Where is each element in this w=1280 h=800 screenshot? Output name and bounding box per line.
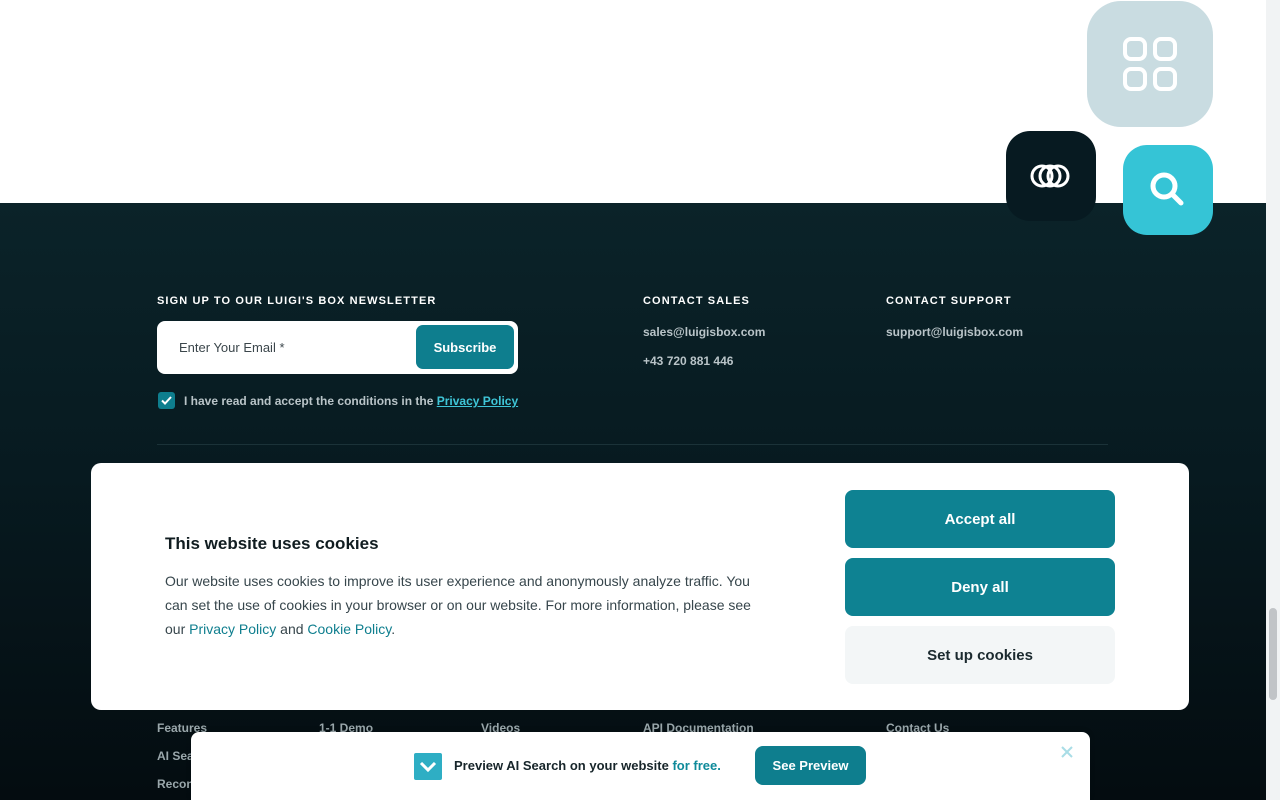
newsletter-heading: SIGN UP TO OUR LUIGI'S BOX NEWSLETTER	[157, 295, 437, 307]
grid-tile	[1087, 1, 1213, 127]
rings-tile	[1006, 131, 1096, 221]
deny-all-button[interactable]: Deny all	[845, 558, 1115, 616]
cookie-and-text: and	[276, 621, 308, 637]
newsletter-form: Subscribe	[157, 321, 518, 374]
promo-logo	[414, 753, 442, 780]
search-tile	[1123, 145, 1213, 235]
cookie-policy-link[interactable]: Cookie Policy	[307, 621, 391, 637]
consent-text: I have read and accept the conditions in…	[184, 394, 518, 408]
promo-text: Preview AI Search on your website for fr…	[454, 758, 721, 773]
cookie-title: This website uses cookies	[165, 534, 379, 553]
search-icon	[1150, 172, 1184, 206]
accept-all-button[interactable]: Accept all	[845, 490, 1115, 548]
footer-link-recommender[interactable]: Recon	[157, 777, 194, 791]
contact-support-heading: CONTACT SUPPORT	[886, 295, 1012, 307]
cookie-banner: This website uses cookies Our website us…	[91, 463, 1189, 710]
grid-icon	[1123, 37, 1177, 91]
footer-divider	[157, 444, 1108, 445]
sales-email-link[interactable]: sales@luigisbox.com	[643, 325, 765, 339]
email-input[interactable]	[169, 329, 409, 365]
consent-label: I have read and accept the conditions in…	[184, 394, 437, 408]
footer-link-ai-search[interactable]: AI Sea	[157, 749, 194, 763]
subscribe-button[interactable]: Subscribe	[416, 325, 514, 369]
check-icon	[161, 396, 172, 405]
rings-icon	[1030, 164, 1070, 188]
close-icon[interactable]	[1059, 744, 1075, 760]
promo-highlight: for free.	[672, 758, 721, 773]
cookie-description: Our website uses cookies to improve its …	[165, 569, 765, 641]
cookie-privacy-policy-link[interactable]: Privacy Policy	[189, 621, 276, 637]
promo-label: Preview AI Search on your website	[454, 758, 673, 773]
cookie-period: .	[391, 621, 396, 637]
support-email-link[interactable]: support@luigisbox.com	[886, 325, 1023, 339]
preview-promo-bar: Preview AI Search on your website for fr…	[191, 732, 1090, 800]
chevron-down-icon	[419, 761, 437, 772]
privacy-policy-link[interactable]: Privacy Policy	[437, 394, 518, 408]
scrollbar[interactable]	[1266, 0, 1280, 800]
contact-sales-heading: CONTACT SALES	[643, 295, 750, 307]
see-preview-button[interactable]: See Preview	[755, 746, 866, 785]
consent-checkbox[interactable]	[158, 392, 175, 409]
scrollbar-thumb[interactable]	[1269, 608, 1277, 700]
sales-phone-link[interactable]: +43 720 881 446	[643, 354, 733, 368]
set-up-cookies-button[interactable]: Set up cookies	[845, 626, 1115, 684]
